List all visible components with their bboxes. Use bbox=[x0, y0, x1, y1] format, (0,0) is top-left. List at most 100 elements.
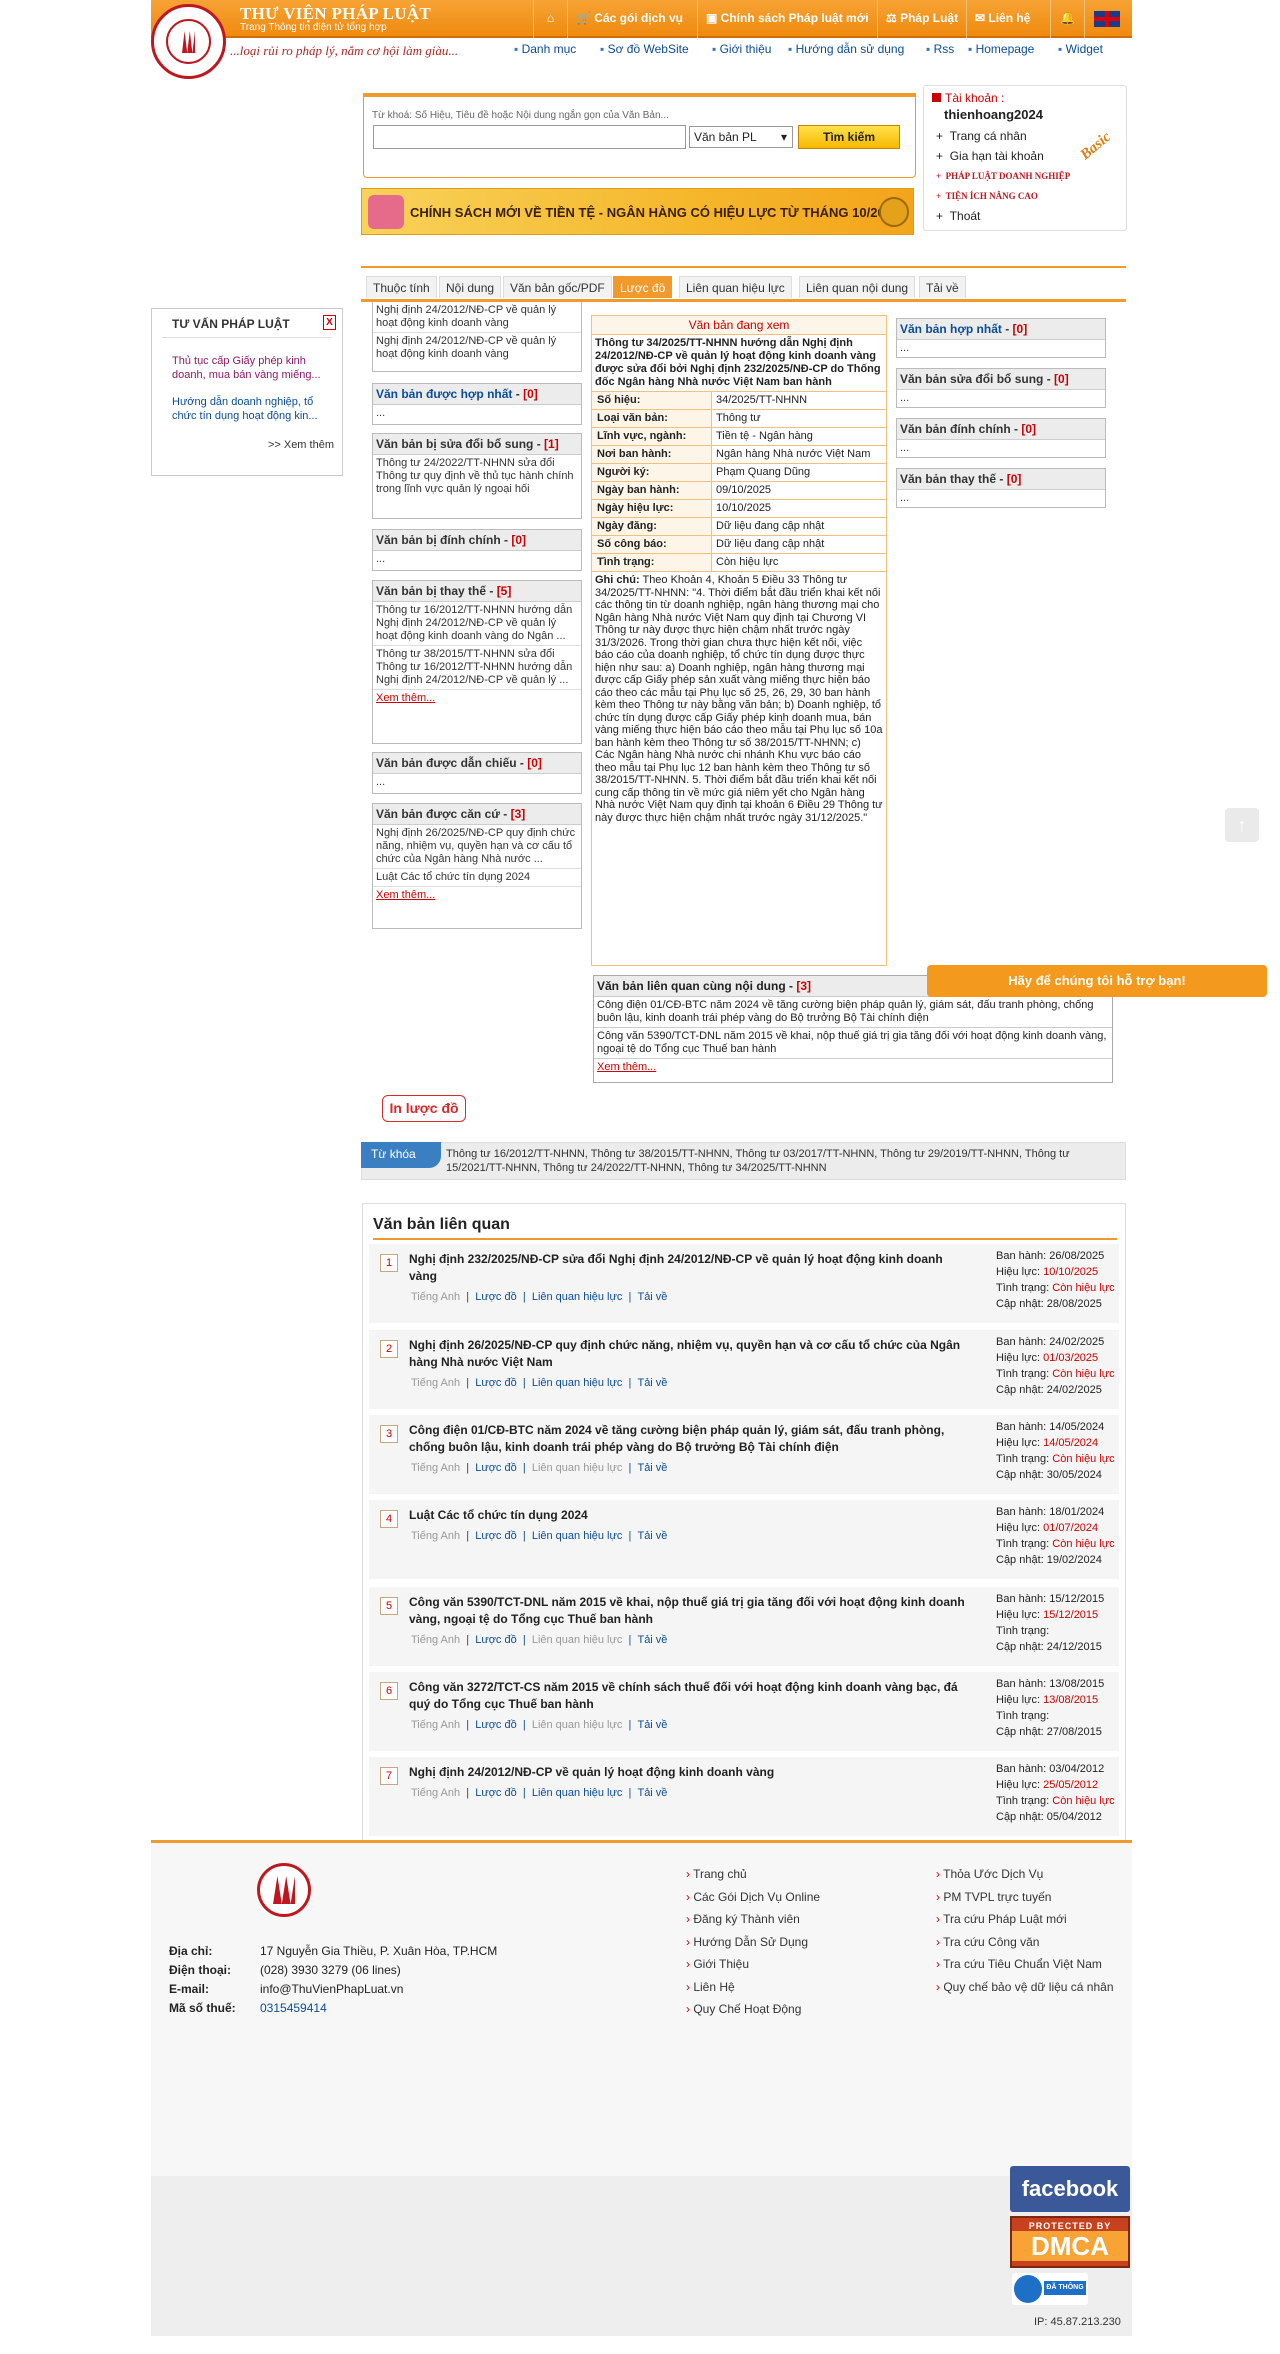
footer-link[interactable]: Các Gói Dịch Vụ Online bbox=[686, 1890, 820, 1904]
tab-content[interactable]: Nội dung bbox=[439, 276, 502, 298]
print-diagram-button[interactable]: In lược đồ bbox=[382, 1095, 466, 1122]
see-more-link[interactable]: Xem thêm... bbox=[373, 887, 581, 903]
footer-link[interactable]: Trang chủ bbox=[686, 1867, 747, 1881]
bell-icon[interactable]: 🔔 bbox=[1050, 0, 1084, 38]
english-flag-icon[interactable] bbox=[1084, 0, 1128, 38]
close-icon[interactable]: X bbox=[323, 315, 336, 330]
diagram-link[interactable]: Lược đồ bbox=[475, 1787, 517, 1799]
search-input[interactable] bbox=[373, 125, 686, 149]
nav-new-policy[interactable]: ▣ Chính sách Pháp luật mới bbox=[697, 0, 877, 38]
list-item[interactable]: Thông tư 24/2022/TT-NHNN sửa đổi Thông t… bbox=[373, 455, 581, 498]
subnav-sitemap[interactable]: Sơ đồ WebSite bbox=[600, 42, 689, 56]
account-logout-link[interactable]: + Thoát bbox=[936, 206, 1070, 226]
footer-link[interactable]: Giới Thiệu bbox=[686, 1957, 749, 1971]
list-item[interactable]: Luật Các tổ chức tín dụng 2024 bbox=[373, 869, 581, 887]
scroll-top-button[interactable]: ↑ bbox=[1225, 808, 1259, 842]
list-item[interactable]: Thông tư 38/2015/TT-NHNN sửa đổi Thông t… bbox=[373, 646, 581, 690]
nav-service-packages[interactable]: 🛒 Các gói dịch vụ bbox=[567, 0, 691, 38]
diagram-link[interactable]: Lược đồ bbox=[475, 1634, 517, 1646]
subnav-guide[interactable]: Hướng dẫn sử dụng bbox=[788, 42, 905, 56]
account-business-law-link[interactable]: + PHÁP LUẬT DOANH NGHIỆP bbox=[936, 166, 1070, 186]
english-link[interactable]: Tiếng Anh bbox=[411, 1634, 460, 1646]
legal-advice-more[interactable]: >> Xem thêm bbox=[268, 439, 334, 451]
footer-link[interactable]: Tra cứu Pháp Luật mới bbox=[936, 1912, 1067, 1926]
english-link[interactable]: Tiếng Anh bbox=[411, 1377, 460, 1389]
english-link[interactable]: Tiếng Anh bbox=[411, 1787, 460, 1799]
diagram-link[interactable]: Lược đồ bbox=[475, 1530, 517, 1542]
list-item[interactable]: Thông tư 16/2012/TT-NHNN hướng dẫn Nghị … bbox=[373, 602, 581, 646]
subnav-widget[interactable]: Widget bbox=[1058, 42, 1103, 56]
nav-contact[interactable]: ✉ Liên hệ bbox=[966, 0, 1038, 38]
footer-link[interactable]: Hướng Dẫn Sử Dụng bbox=[686, 1935, 808, 1949]
download-link[interactable]: Tải về bbox=[637, 1530, 667, 1542]
document-type-select[interactable]: Văn bản PL bbox=[689, 126, 793, 148]
list-item[interactable]: Nghị định 26/2025/NĐ-CP quy định chức nă… bbox=[373, 825, 581, 869]
footer-link[interactable]: Quy chế bảo vệ dữ liệu cá nhân bbox=[936, 1980, 1113, 1994]
account-profile-link[interactable]: + Trang cá nhân bbox=[936, 126, 1070, 146]
email-value[interactable]: info@ThuVienPhapLuat.vn bbox=[260, 1980, 497, 1999]
tab-properties[interactable]: Thuộc tính bbox=[366, 276, 437, 298]
subnav-rss[interactable]: Rss bbox=[926, 42, 955, 56]
english-link[interactable]: Tiếng Anh bbox=[411, 1530, 460, 1542]
keywords-text[interactable]: Thông tư 16/2012/TT-NHNN, Thông tư 38/20… bbox=[446, 1147, 1121, 1175]
site-logo[interactable] bbox=[151, 4, 226, 79]
diagram-link[interactable]: Lược đồ bbox=[475, 1462, 517, 1474]
related-item-title[interactable]: Luật Các tổ chức tín dụng 2024 bbox=[409, 1507, 969, 1524]
tab-download[interactable]: Tải về bbox=[919, 276, 966, 298]
legal-advice-item[interactable]: Hướng dẫn doanh nghiệp, tổ chức tín dụng… bbox=[172, 395, 332, 423]
home-icon[interactable]: ⌂ bbox=[533, 0, 567, 38]
validity-link[interactable]: Liên quan hiệu lực bbox=[532, 1377, 623, 1389]
footer-link[interactable]: Liên Hệ bbox=[686, 1980, 734, 1994]
tab-diagram[interactable]: Lược đồ bbox=[613, 276, 673, 298]
related-item-title[interactable]: Nghị định 24/2012/NĐ-CP về quản lý hoạt … bbox=[409, 1764, 969, 1781]
see-more-link[interactable]: Xem thêm... bbox=[594, 1059, 1112, 1075]
facebook-badge[interactable]: facebook bbox=[1010, 2166, 1130, 2212]
download-link[interactable]: Tải về bbox=[637, 1719, 667, 1731]
subnav-homepage[interactable]: Homepage bbox=[968, 42, 1035, 56]
list-item[interactable]: Công văn 5390/TCT-DNL năm 2015 về khai, … bbox=[594, 1028, 1112, 1059]
related-item-title[interactable]: Công điện 01/CĐ-BTC năm 2024 về tăng cườ… bbox=[409, 1422, 969, 1456]
download-link[interactable]: Tải về bbox=[637, 1634, 667, 1646]
related-item-title[interactable]: Công văn 5390/TCT-DNL năm 2015 về khai, … bbox=[409, 1594, 969, 1628]
search-button[interactable]: Tìm kiếm bbox=[798, 125, 900, 149]
download-link[interactable]: Tải về bbox=[637, 1291, 667, 1303]
english-link[interactable]: Tiếng Anh bbox=[411, 1291, 460, 1303]
account-advanced-link[interactable]: + TIỆN ÍCH NÂNG CAO bbox=[936, 186, 1070, 206]
dmca-badge[interactable]: PROTECTED BY DMCA bbox=[1010, 2216, 1130, 2268]
tab-related-content[interactable]: Liên quan nội dung bbox=[799, 276, 916, 298]
english-link[interactable]: Tiếng Anh bbox=[411, 1462, 460, 1474]
validity-link[interactable]: Liên quan hiệu lực bbox=[532, 1787, 623, 1799]
account-renew-link[interactable]: + Gia hạn tài khoản bbox=[936, 146, 1070, 166]
footer-link[interactable]: Tra cứu Công văn bbox=[936, 1935, 1039, 1949]
related-item-title[interactable]: Công văn 3272/TCT-CS năm 2015 về chính s… bbox=[409, 1679, 969, 1713]
tab-related-validity[interactable]: Liên quan hiệu lực bbox=[679, 276, 792, 298]
support-button[interactable]: Hãy để chúng tôi hỗ trợ bạn! bbox=[927, 965, 1267, 997]
list-item[interactable]: Nghị định 24/2012/NĐ-CP về quản lý hoạt … bbox=[373, 333, 581, 363]
phone-value[interactable]: (028) 3930 3279 (06 lines) bbox=[260, 1961, 497, 1980]
policy-banner[interactable]: CHÍNH SÁCH MỚI VỀ TIỀN TỆ - NGÂN HÀNG CÓ… bbox=[361, 188, 914, 235]
list-item[interactable]: Công điện 01/CĐ-BTC năm 2024 về tăng cườ… bbox=[594, 997, 1112, 1028]
validity-link[interactable]: Liên quan hiệu lực bbox=[532, 1291, 623, 1303]
subnav-about[interactable]: Giới thiệu bbox=[712, 42, 772, 56]
download-link[interactable]: Tải về bbox=[637, 1377, 667, 1389]
footer-logo[interactable] bbox=[257, 1863, 311, 1917]
footer-link[interactable]: Đăng ký Thành viên bbox=[686, 1912, 800, 1926]
legal-advice-item[interactable]: Thủ tục cấp Giấy phép kinh doanh, mua bá… bbox=[172, 354, 332, 382]
list-item[interactable]: Nghị định 24/2012/NĐ-CP về quản lý hoạt … bbox=[373, 302, 581, 333]
diagram-link[interactable]: Lược đồ bbox=[475, 1719, 517, 1731]
footer-link[interactable]: Quy Chế Hoạt Động bbox=[686, 2002, 801, 2016]
see-more-link[interactable]: Xem thêm... bbox=[373, 690, 581, 706]
ministry-notice-badge[interactable]: ĐÃ THÔNG BÁO bbox=[1012, 2273, 1088, 2305]
validity-link[interactable]: Liên quan hiệu lực bbox=[532, 1634, 623, 1646]
footer-link[interactable]: Thỏa Ước Dịch Vụ bbox=[936, 1867, 1043, 1881]
nav-law[interactable]: ⚖ Pháp Luật bbox=[877, 0, 966, 38]
english-link[interactable]: Tiếng Anh bbox=[411, 1719, 460, 1731]
validity-link[interactable]: Liên quan hiệu lực bbox=[532, 1462, 623, 1474]
related-item-title[interactable]: Nghị định 26/2025/NĐ-CP quy định chức nă… bbox=[409, 1337, 969, 1371]
subnav-catalog[interactable]: Danh mục bbox=[514, 42, 577, 56]
validity-link[interactable]: Liên quan hiệu lực bbox=[532, 1719, 623, 1731]
related-item-title[interactable]: Nghị định 232/2025/NĐ-CP sửa đổi Nghị đị… bbox=[409, 1251, 969, 1285]
download-link[interactable]: Tải về bbox=[637, 1787, 667, 1799]
diagram-link[interactable]: Lược đồ bbox=[475, 1377, 517, 1389]
diagram-link[interactable]: Lược đồ bbox=[475, 1291, 517, 1303]
